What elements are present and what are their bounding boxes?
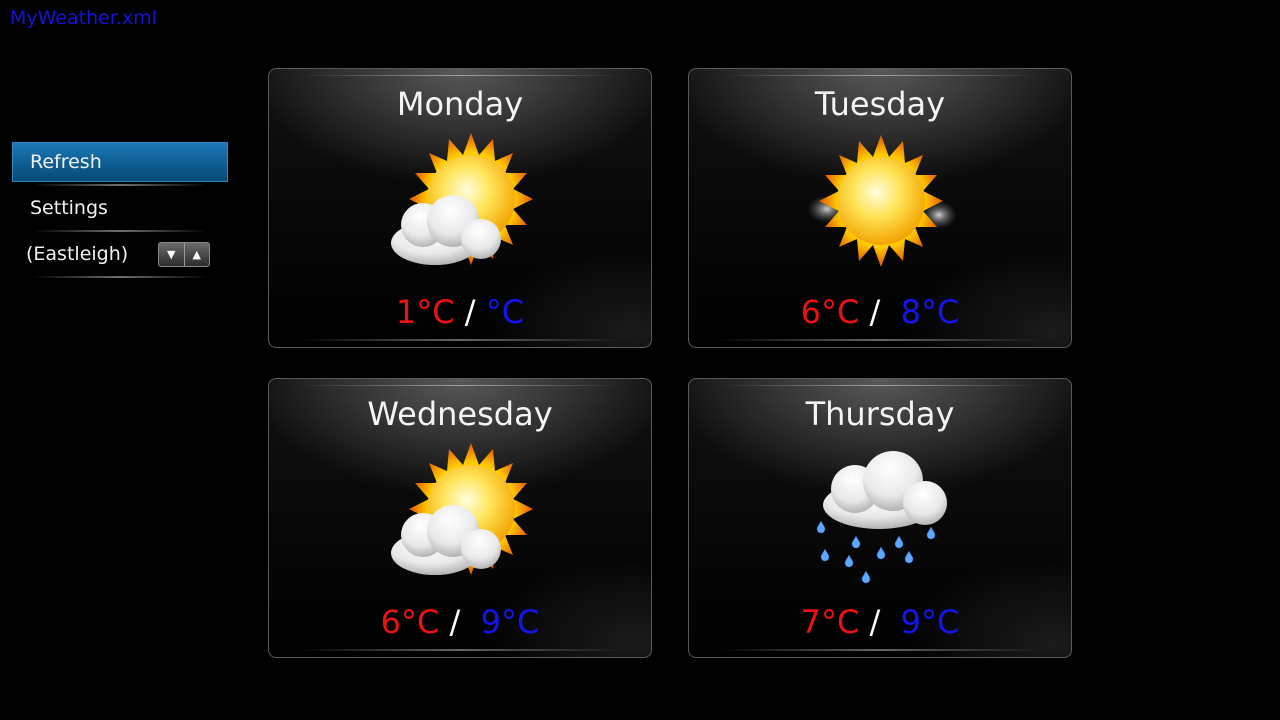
high-temperature: 9°C [900, 603, 960, 641]
forecast-panel-tuesday: Tuesday 6°C / 8°C [688, 68, 1072, 348]
sunny-haze-icon [807, 135, 957, 267]
high-temperature: °C [485, 293, 525, 331]
low-temperature: 6°C [800, 293, 860, 331]
temperature-range: 1°C / °C [269, 293, 651, 331]
temperature-separator: / [439, 603, 481, 641]
temperature-range: 6°C / 8°C [689, 293, 1071, 331]
high-temperature: 9°C [480, 603, 540, 641]
location-selector[interactable]: (Eastleigh) ▼ ▲ [12, 234, 228, 278]
refresh-button[interactable]: Refresh [12, 142, 228, 186]
partly-cloudy-icon [391, 443, 533, 575]
forecast-panel-wednesday: Wednesday 6°C / 9°C [268, 378, 652, 658]
location-spinner[interactable]: ▼ ▲ [158, 242, 210, 267]
low-temperature: 6°C [380, 603, 440, 641]
low-temperature: 7°C [800, 603, 860, 641]
settings-label: Settings [30, 197, 108, 219]
temperature-range: 6°C / 9°C [269, 603, 651, 641]
low-temperature: 1°C [395, 293, 455, 331]
day-name: Wednesday [367, 395, 553, 433]
settings-button[interactable]: Settings [12, 188, 228, 232]
day-name: Thursday [805, 395, 955, 433]
sidebar-menu: Refresh Settings (Eastleigh) ▼ ▲ [12, 142, 228, 280]
partly-cloudy-icon [391, 133, 533, 265]
day-name: Monday [396, 85, 524, 123]
forecast-panel-monday: Monday 1°C / °C [268, 68, 652, 348]
day-name: Tuesday [814, 85, 946, 123]
temperature-separator: / [859, 293, 901, 331]
temperature-separator: / [859, 603, 901, 641]
location-label: (Eastleigh) [26, 243, 129, 265]
high-temperature: 8°C [900, 293, 960, 331]
rain-cloud-icon [816, 451, 947, 584]
forecast-panel-thursday: Thursday 7°C / 9°C [688, 378, 1072, 658]
spinner-down-button[interactable]: ▼ [159, 243, 184, 266]
temperature-separator: / [454, 293, 486, 331]
temperature-range: 7°C / 9°C [689, 603, 1071, 641]
app-title: MyWeather.xml [10, 7, 157, 29]
spinner-up-button[interactable]: ▲ [183, 243, 210, 266]
refresh-label: Refresh [30, 151, 102, 173]
